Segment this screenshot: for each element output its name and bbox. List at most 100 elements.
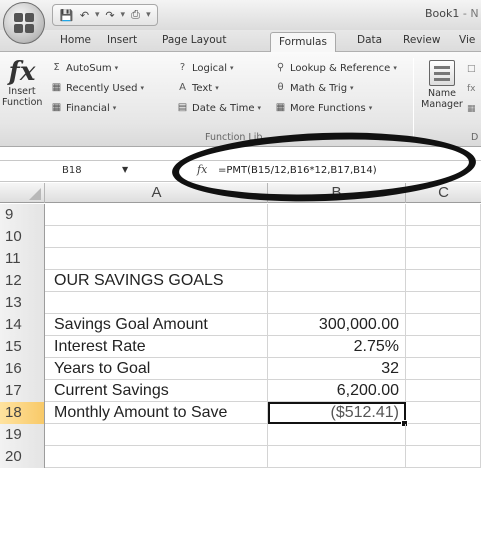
- redo-dropdown-icon[interactable]: ▾: [121, 10, 126, 20]
- fx-icon: fx: [8, 57, 36, 87]
- value-cell[interactable]: 32: [268, 358, 406, 380]
- worksheet-row: 18 Monthly Amount to Save ($512.41): [0, 402, 481, 427]
- more-functions-label: More Functions: [290, 102, 366, 114]
- worksheet-row: 16 Years to Goal 32: [0, 358, 481, 380]
- cell[interactable]: [46, 424, 268, 446]
- label-cell[interactable]: Monthly Amount to Save: [46, 402, 268, 424]
- row-header[interactable]: 10: [0, 226, 45, 248]
- cell[interactable]: [406, 402, 481, 424]
- cell[interactable]: [406, 336, 481, 358]
- more-functions-button[interactable]: ▦ More Functions ▾: [274, 102, 372, 114]
- define-name-icon[interactable]: □: [467, 64, 476, 74]
- cell[interactable]: [46, 292, 268, 314]
- label-cell[interactable]: Years to Goal: [46, 358, 268, 380]
- logical-button[interactable]: ? Logical ▾: [176, 62, 234, 74]
- cell[interactable]: [268, 204, 406, 226]
- cell[interactable]: [406, 292, 481, 314]
- value-cell[interactable]: 2.75%: [268, 336, 406, 358]
- autosum-label: AutoSum: [66, 62, 112, 74]
- row-header[interactable]: 15: [0, 336, 45, 358]
- financial-button[interactable]: ▦ Financial ▾: [50, 102, 117, 114]
- chevron-down-icon: ▾: [350, 84, 354, 92]
- row-header[interactable]: 9: [0, 204, 45, 226]
- row-header[interactable]: 11: [0, 248, 45, 270]
- cell[interactable]: [268, 270, 406, 292]
- lookup-reference-button[interactable]: ⚲ Lookup & Reference ▾: [274, 62, 397, 74]
- tab-page-layout[interactable]: Page Layout: [162, 34, 226, 46]
- select-all-corner[interactable]: [0, 183, 45, 203]
- insert-function-button[interactable]: fx Insert Function: [2, 58, 42, 108]
- worksheet-row: 15 Interest Rate 2.75%: [0, 336, 481, 358]
- section-title-cell[interactable]: OUR SAVINGS GOALS: [46, 270, 268, 292]
- chevron-down-icon: ▾: [112, 104, 117, 112]
- text-button[interactable]: A Text ▾: [176, 82, 219, 94]
- row-header[interactable]: 18: [0, 402, 45, 424]
- tab-insert[interactable]: Insert: [107, 34, 137, 46]
- label-cell[interactable]: Current Savings: [46, 380, 268, 402]
- name-manager-label-1: Name: [427, 88, 457, 99]
- cell[interactable]: [46, 226, 268, 248]
- label-cell[interactable]: Interest Rate: [46, 336, 268, 358]
- row-header[interactable]: 17: [0, 380, 45, 402]
- name-box[interactable]: B18: [62, 165, 82, 176]
- label-cell[interactable]: Savings Goal Amount: [46, 314, 268, 336]
- tab-review[interactable]: Review: [403, 34, 440, 46]
- chevron-down-icon: ▾: [114, 64, 119, 72]
- title-bar: 💾 ↶ ▾ ↷ ▾ ⎙ ▾ Book1 - N: [0, 0, 481, 30]
- cell[interactable]: [406, 358, 481, 380]
- cell[interactable]: [406, 380, 481, 402]
- redo-icon[interactable]: ↷: [103, 9, 118, 22]
- autosum-button[interactable]: Σ AutoSum ▾: [50, 62, 118, 74]
- tab-view[interactable]: Vie: [459, 34, 475, 46]
- magnifier-icon: ⚲: [276, 62, 285, 73]
- cell[interactable]: [46, 248, 268, 270]
- cell[interactable]: [268, 424, 406, 446]
- cell[interactable]: [406, 446, 481, 468]
- recently-used-button[interactable]: ▦ Recently Used ▾: [50, 82, 144, 94]
- cell[interactable]: [268, 226, 406, 248]
- row-header[interactable]: 13: [0, 292, 45, 314]
- date-time-button[interactable]: ▤ Date & Time ▾: [176, 102, 261, 114]
- chevron-down-icon: ▾: [215, 84, 219, 92]
- row-header[interactable]: 20: [0, 446, 45, 468]
- worksheet-row: 9: [0, 204, 481, 226]
- selected-cell[interactable]: ($512.41): [268, 402, 408, 427]
- cell[interactable]: [406, 204, 481, 226]
- cell[interactable]: [268, 292, 406, 314]
- theta-icon: θ: [277, 82, 284, 93]
- value-cell[interactable]: 300,000.00: [268, 314, 406, 336]
- use-in-formula-icon[interactable]: fx: [467, 84, 476, 94]
- tab-home[interactable]: Home: [60, 34, 91, 46]
- value-cell[interactable]: 6,200.00: [268, 380, 406, 402]
- worksheet-row: 19: [0, 424, 481, 446]
- office-button[interactable]: [3, 2, 45, 44]
- cell[interactable]: [46, 446, 268, 468]
- tab-formulas[interactable]: Formulas: [270, 32, 336, 53]
- save-icon[interactable]: 💾: [59, 9, 74, 22]
- cell[interactable]: [46, 204, 268, 226]
- row-header[interactable]: 14: [0, 314, 45, 336]
- row-header[interactable]: 16: [0, 358, 45, 380]
- cell[interactable]: [406, 270, 481, 292]
- sigma-icon: Σ: [53, 62, 60, 73]
- undo-icon[interactable]: ↶: [77, 9, 92, 22]
- print-icon[interactable]: ⎙: [128, 8, 143, 22]
- undo-dropdown-icon[interactable]: ▾: [95, 10, 100, 20]
- name-box-dropdown-icon[interactable]: ▼: [122, 165, 128, 174]
- cell[interactable]: [406, 226, 481, 248]
- cell[interactable]: [268, 248, 406, 270]
- cell[interactable]: [406, 314, 481, 336]
- worksheet-row: 20: [0, 446, 481, 468]
- cell[interactable]: [406, 424, 481, 446]
- row-header[interactable]: 19: [0, 424, 45, 446]
- create-from-selection-icon[interactable]: ▦: [467, 104, 476, 114]
- cell[interactable]: [406, 248, 481, 270]
- name-manager-button[interactable]: Name Manager: [420, 60, 464, 110]
- financial-label: Financial: [66, 102, 110, 114]
- cell[interactable]: [268, 446, 406, 468]
- tab-data[interactable]: Data: [357, 34, 382, 46]
- math-trig-button[interactable]: θ Math & Trig ▾: [274, 82, 354, 94]
- logical-label: Logical: [192, 62, 228, 74]
- row-header[interactable]: 12: [0, 270, 45, 292]
- customize-qat-icon[interactable]: ▾: [146, 10, 151, 20]
